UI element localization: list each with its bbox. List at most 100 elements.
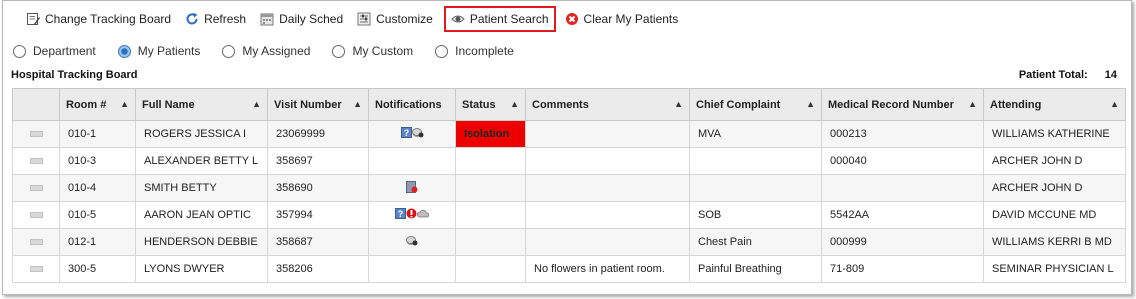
alert-doc-icon[interactable] [406, 180, 418, 196]
row-toggle-icon[interactable] [29, 185, 43, 191]
full-name-cell[interactable]: ROGERS JESSICA I [135, 120, 268, 148]
radio-department[interactable] [13, 44, 26, 58]
filter-my-assigned[interactable]: My Assigned [222, 44, 310, 58]
filter-my-custom[interactable]: My Custom [332, 44, 413, 58]
clear-my-patients-button[interactable]: Clear My Patients [562, 8, 682, 30]
column-header-full-name[interactable]: Full Name ▲ [135, 88, 268, 121]
change-tracking-board-button[interactable]: Change Tracking Board [23, 8, 174, 30]
filter-incomplete[interactable]: Incomplete [435, 44, 514, 58]
notifications-cell [368, 174, 456, 202]
filter-department-label: Department [33, 44, 96, 58]
column-header-status[interactable]: Status ▲ [455, 88, 526, 121]
row-select-cell[interactable] [12, 255, 60, 283]
status-cell [455, 228, 526, 256]
radio-incomplete[interactable] [435, 44, 449, 58]
column-header-comments[interactable]: Comments ▲ [525, 88, 690, 121]
row-select-cell[interactable] [12, 174, 60, 202]
customize-button[interactable]: Customize [354, 8, 436, 30]
room-cell: 300-5 [59, 255, 136, 283]
refresh-icon [185, 12, 199, 26]
sort-icon[interactable]: ▲ [1110, 100, 1119, 109]
medical-record-number-cell: 000999 [821, 228, 984, 256]
row-toggle-icon[interactable] [29, 266, 43, 272]
row-toggle-icon[interactable] [29, 131, 43, 137]
cloud-icon[interactable] [416, 209, 430, 222]
radio-my-custom[interactable] [332, 44, 346, 58]
table-row[interactable]: 012-1 HENDERSON DEBBIE 358687 Chest Pain 000… [12, 228, 1126, 256]
column-header-chief-complaint[interactable]: Chief Complaint ▲ [689, 88, 822, 121]
pill-icon[interactable] [411, 127, 424, 141]
row-toggle-icon[interactable] [29, 158, 43, 164]
radio-my-assigned[interactable] [222, 44, 236, 58]
customize-icon [357, 12, 371, 26]
info-icon[interactable]: ? [395, 208, 406, 222]
toolbar: Change Tracking Board Refresh Daily Sche… [23, 6, 689, 32]
medical-record-number-cell: 71-809 [821, 255, 984, 283]
status-cell: Isolation [455, 120, 526, 148]
table-row[interactable]: 010-5 AARON JEAN OPTIC 357994? SOB 5542AA DAV… [12, 201, 1126, 229]
patient-total: Patient Total: 14 [1019, 69, 1117, 81]
chief-complaint-cell: SOB [689, 201, 822, 229]
column-header-room[interactable]: Room # ▲︎ [59, 88, 136, 121]
visit-number-cell: 23069999 [267, 120, 369, 148]
column-header-medical-record-number[interactable]: Medical Record Number ▲ [821, 88, 984, 121]
filter-department[interactable]: Department [13, 44, 96, 58]
radio-my-patients[interactable] [117, 44, 131, 58]
allergy-icon[interactable] [406, 208, 417, 222]
medical-record-number-cell: 000040 [821, 147, 984, 175]
full-name-cell[interactable]: LYONS DWYER [135, 255, 268, 283]
row-toggle-icon[interactable] [29, 212, 43, 218]
row-select-cell[interactable] [12, 147, 60, 175]
row-select-cell[interactable] [12, 201, 60, 229]
room-cell: 012-1 [59, 228, 136, 256]
medical-record-number-cell [821, 174, 984, 202]
full-name-cell[interactable]: AARON JEAN OPTIC [135, 201, 268, 229]
column-header-visit-number[interactable]: Visit Number ▲ [267, 88, 369, 121]
sort-icon[interactable]: ▲︎ [120, 100, 129, 109]
row-select-cell[interactable] [12, 228, 60, 256]
full-name-cell[interactable]: HENDERSON DEBBIE [135, 228, 268, 256]
sort-icon[interactable]: ▲ [806, 100, 815, 109]
table-row[interactable]: 010-3 ALEXANDER BETTY L 358697 000040 ARCHER… [12, 147, 1126, 175]
clear-x-icon [565, 12, 579, 26]
sort-icon[interactable]: ▲ [252, 100, 261, 109]
header-notifications-label: Notifications [375, 98, 442, 111]
row-toggle-icon[interactable] [29, 239, 43, 245]
column-header-attending[interactable]: Attending ▲ [983, 88, 1126, 121]
table-row[interactable]: 010-4 SMITH BETTY 358690 ARCHER JOHN D [12, 174, 1126, 202]
status-cell [455, 174, 526, 202]
daily-sched-button[interactable]: Daily Sched [257, 8, 346, 30]
sort-icon[interactable]: ▲ [353, 100, 362, 109]
column-header-notifications[interactable]: Notifications [368, 88, 456, 121]
change-tracking-board-label: Change Tracking Board [45, 12, 172, 26]
visit-number-cell: 357994 [267, 201, 369, 229]
full-name-cell[interactable]: SMITH BETTY [135, 174, 268, 202]
chief-complaint-cell: MVA [689, 120, 822, 148]
svg-text:?: ? [403, 128, 409, 138]
info-icon[interactable]: ? [400, 127, 412, 141]
comments-cell [525, 201, 690, 229]
attending-cell: WILLIAMS KATHERINE [983, 120, 1126, 148]
full-name-cell[interactable]: ALEXANDER BETTY L [135, 147, 268, 175]
header-attending-label: Attending [990, 98, 1042, 111]
comments-cell [525, 174, 690, 202]
edit-board-icon [26, 12, 40, 26]
sort-icon[interactable]: ▲ [510, 100, 519, 109]
chief-complaint-cell [689, 147, 822, 175]
visit-number-cell: 358206 [267, 255, 369, 283]
table-row[interactable]: 010-1 ROGERS JESSICA I 23069999? Isolation M… [12, 120, 1126, 148]
table-row[interactable]: 300-5 LYONS DWYER 358206 No flowers in pati… [12, 255, 1126, 283]
refresh-button[interactable]: Refresh [182, 8, 249, 30]
pill-icon[interactable] [406, 235, 418, 249]
patient-filter-group: Department My Patients My Assigned My Cu… [13, 44, 536, 58]
row-select-cell[interactable] [12, 120, 60, 148]
svg-text:?: ? [398, 209, 404, 219]
patient-search-button[interactable]: Patient Search [443, 6, 556, 32]
filter-my-patients[interactable]: My Patients [117, 44, 200, 58]
chief-complaint-cell: Painful Breathing [689, 255, 822, 283]
sort-icon[interactable]: ▲ [968, 100, 977, 109]
visit-number-cell: 358687 [267, 228, 369, 256]
eye-search-icon [451, 12, 465, 26]
sort-icon[interactable]: ▲ [674, 100, 683, 109]
room-cell: 010-5 [59, 201, 136, 229]
